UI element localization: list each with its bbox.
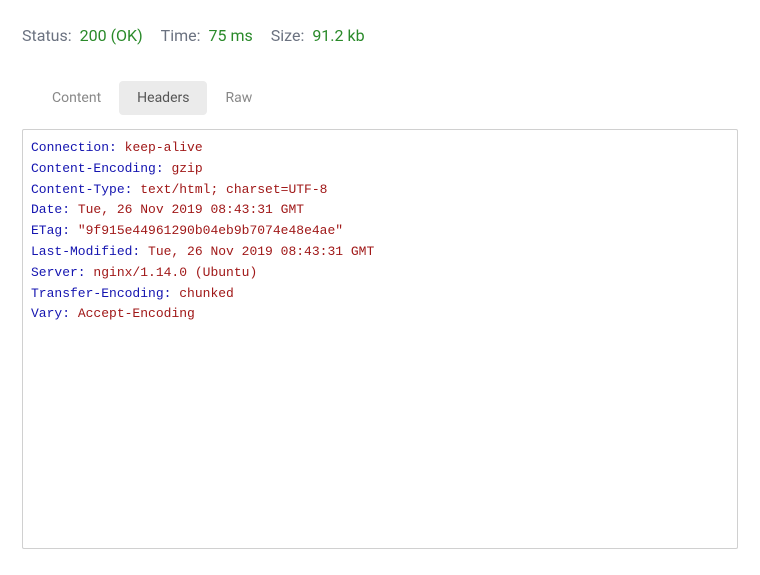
status-label: Status: [22,26,72,45]
status-bar: Status: 200 (OK) Time: 75 ms Size: 91.2 … [22,26,738,45]
header-value: Accept-Encoding [78,306,195,321]
header-value: nginx/1.14.0 (Ubuntu) [93,265,257,280]
header-key: Server: [31,265,86,280]
tab-content[interactable]: Content [34,81,119,115]
header-value: Tue, 26 Nov 2019 08:43:31 GMT [78,202,304,217]
size-group: Size: 91.2 kb [271,26,365,45]
header-row: Server: nginx/1.14.0 (Ubuntu) [31,263,729,284]
header-value: keep-alive [125,140,203,155]
header-row: Date: Tue, 26 Nov 2019 08:43:31 GMT [31,200,729,221]
header-key: Content-Encoding: [31,161,164,176]
tab-headers[interactable]: Headers [119,81,207,115]
header-key: Connection: [31,140,117,155]
status-group: Status: 200 (OK) [22,26,143,45]
size-label: Size: [271,26,305,45]
headers-panel: Connection: keep-alive Content-Encoding:… [22,129,738,549]
header-row: ETag: "9f915e44961290b04eb9b7074e48e4ae" [31,221,729,242]
header-row: Transfer-Encoding: chunked [31,284,729,305]
time-group: Time: 75 ms [161,26,253,45]
time-value: 75 ms [209,26,253,45]
header-value: chunked [179,286,234,301]
header-row: Last-Modified: Tue, 26 Nov 2019 08:43:31… [31,242,729,263]
header-value: Tue, 26 Nov 2019 08:43:31 GMT [148,244,374,259]
header-key: Transfer-Encoding: [31,286,171,301]
header-key: Content-Type: [31,182,132,197]
header-row: Content-Type: text/html; charset=UTF-8 [31,180,729,201]
header-value: "9f915e44961290b04eb9b7074e48e4ae" [78,223,343,238]
header-row: Vary: Accept-Encoding [31,304,729,325]
size-value: 91.2 kb [312,26,364,45]
header-row: Connection: keep-alive [31,138,729,159]
header-key: Vary: [31,306,70,321]
header-key: ETag: [31,223,70,238]
tabs: Content Headers Raw [34,81,738,115]
header-key: Last-Modified: [31,244,140,259]
header-key: Date: [31,202,70,217]
tab-raw[interactable]: Raw [207,81,270,115]
header-value: text/html; charset=UTF-8 [140,182,327,197]
status-value: 200 (OK) [80,26,143,45]
time-label: Time: [161,26,201,45]
header-value: gzip [171,161,202,176]
header-row: Content-Encoding: gzip [31,159,729,180]
